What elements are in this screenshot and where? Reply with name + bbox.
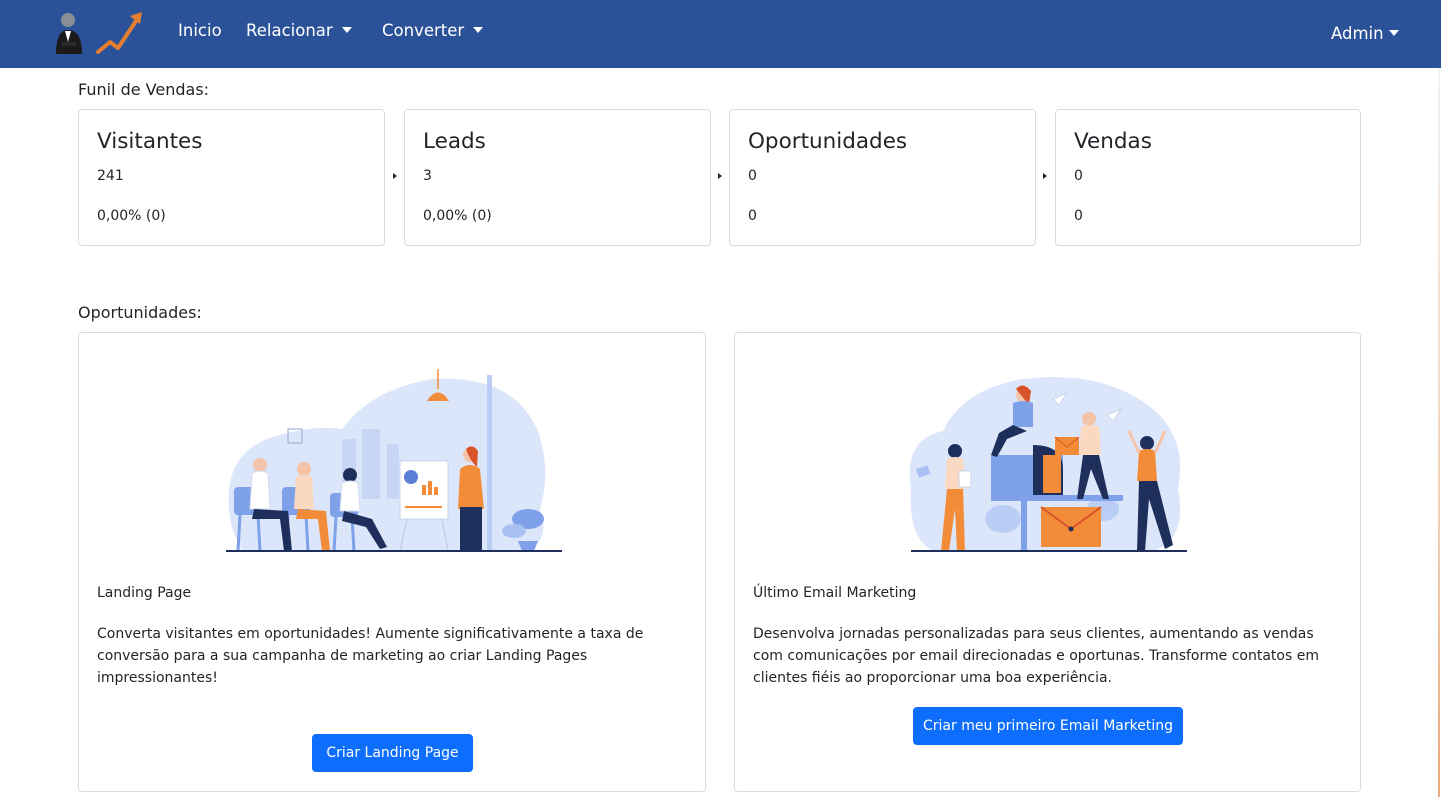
top-navbar: Inicio Relacionar Converter Admin [0,0,1441,68]
funnel-card-value: 3 [423,168,432,184]
funnel-card-value: 0 [748,168,757,184]
nav-inicio[interactable]: Inicio [178,19,222,43]
funnel-card-title: Leads [423,129,486,154]
card-description: Converta visitantes em oportunidades! Au… [97,626,644,686]
funnel-card-value: 241 [97,168,124,184]
landing-page-card: Landing Page Converta visitantes em opor… [78,332,706,792]
nav-relacionar-label: Relacionar [246,21,333,40]
caret-right-icon [1043,173,1047,179]
nav-converter-dropdown[interactable]: Converter [382,19,484,43]
funnel-card-vendas: Vendas 0 0 [1055,109,1361,246]
funnel-card-rate: 0 [748,208,757,224]
caret-down-icon [473,27,484,33]
funnel-card-visitantes: Visitantes 241 0,00% (0) [78,109,385,246]
nav-relacionar-dropdown[interactable]: Relacionar [246,19,352,43]
nav-converter-label: Converter [382,21,465,40]
funnel-card-title: Visitantes [97,129,203,154]
card-title: Landing Page [97,585,192,601]
funnel-card-title: Vendas [1074,129,1152,154]
create-landing-page-button[interactable]: Criar Landing Page [312,734,473,772]
create-email-marketing-button[interactable]: Criar meu primeiro Email Marketing [913,707,1183,745]
page-edge-divider [1438,68,1440,797]
caret-right-icon [393,173,397,179]
funnel-card-rate: 0,00% (0) [423,208,492,224]
funnel-card-rate: 0,00% (0) [97,208,166,224]
funnel-card-title: Oportunidades [748,129,908,154]
funnel-card-leads: Leads 3 0,00% (0) [404,109,711,246]
team-meeting-presentation-illustration-icon [226,369,562,552]
businessman-growth-arrow-logo-icon[interactable] [48,8,146,60]
funnel-title: Funil de Vendas: [78,80,210,99]
caret-right-icon [718,173,722,179]
funnel-card-rate: 0 [1074,208,1083,224]
email-marketing-card: Último Email Marketing Desenvolva jornad… [734,332,1361,792]
card-title: Último Email Marketing [753,585,917,601]
opportunities-title: Oportunidades: [78,303,202,322]
funnel-card-value: 0 [1074,168,1083,184]
caret-down-icon [1388,30,1399,36]
email-marketing-mailbox-illustration-icon [909,377,1187,552]
card-description: Desenvolva jornadas personalizadas para … [753,626,1319,686]
caret-down-icon [341,27,352,33]
nav-admin-label: Admin [1331,24,1384,43]
nav-admin-dropdown[interactable]: Admin [1331,22,1399,46]
funnel-card-oportunidades: Oportunidades 0 0 [729,109,1036,246]
